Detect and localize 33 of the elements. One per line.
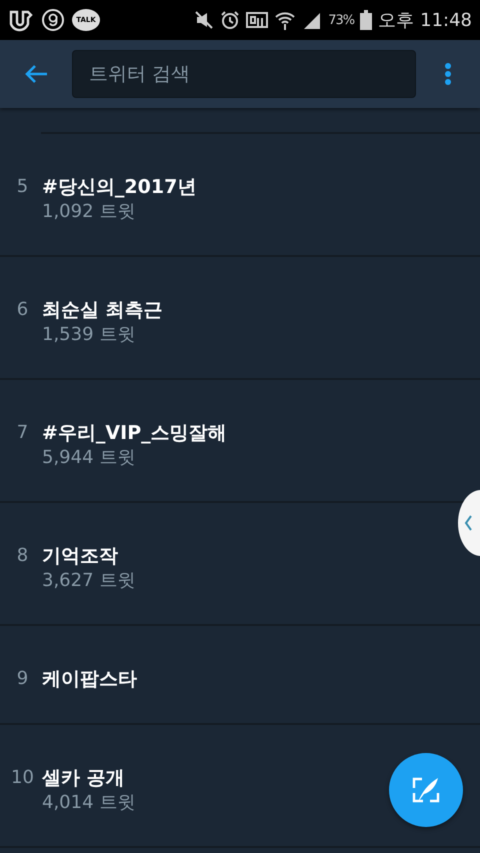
- tweet-count: 5,944 트윗: [42, 446, 136, 470]
- more-icon: [444, 62, 452, 86]
- tweet-count: 1,539 트윗: [42, 323, 136, 347]
- g-circle-icon: [41, 8, 65, 32]
- trend-title: 최순실 최측근: [42, 298, 163, 323]
- tweet-count: 4,014 트윗: [42, 791, 136, 815]
- clock-time: 11:48: [420, 10, 472, 30]
- trend-rank: 9: [16, 667, 30, 691]
- trend-title: #우리_VIP_스밍잘해: [42, 421, 227, 446]
- trend-rank: 10: [10, 766, 35, 790]
- trend-title: 셀카 공개: [42, 766, 126, 791]
- trend-item[interactable]: 9 케이팝스타: [0, 626, 480, 725]
- trend-item[interactable]: 5 #당신의_2017년 1,092 트윗: [0, 134, 480, 257]
- trend-rank: 7: [16, 421, 30, 445]
- compose-feather-icon: [412, 776, 440, 804]
- time-period: 오후: [378, 9, 414, 32]
- battery-percent: 73%: [328, 12, 354, 28]
- tweet-count: 3,627 트윗: [42, 569, 136, 593]
- trend-title: 케이팝스타: [42, 667, 137, 692]
- trend-title: 기억조작: [42, 544, 119, 569]
- search-field[interactable]: 트위터 검색: [72, 50, 416, 98]
- chevron-left-icon: [464, 515, 472, 531]
- trend-rank: 6: [16, 298, 30, 322]
- back-arrow-icon: [23, 63, 49, 85]
- trend-rank: 5: [16, 175, 30, 199]
- wifi-icon: [274, 10, 296, 30]
- trend-rank: 8: [16, 544, 30, 568]
- battery-icon: [360, 10, 372, 30]
- mute-icon: [194, 10, 214, 30]
- tweet-count: 1,092 트윗: [42, 200, 136, 224]
- trend-title: #당신의_2017년: [42, 175, 196, 200]
- alarm-icon: [220, 10, 240, 30]
- trend-item[interactable]: 6 최순실 최측근 1,539 트윗: [0, 257, 480, 380]
